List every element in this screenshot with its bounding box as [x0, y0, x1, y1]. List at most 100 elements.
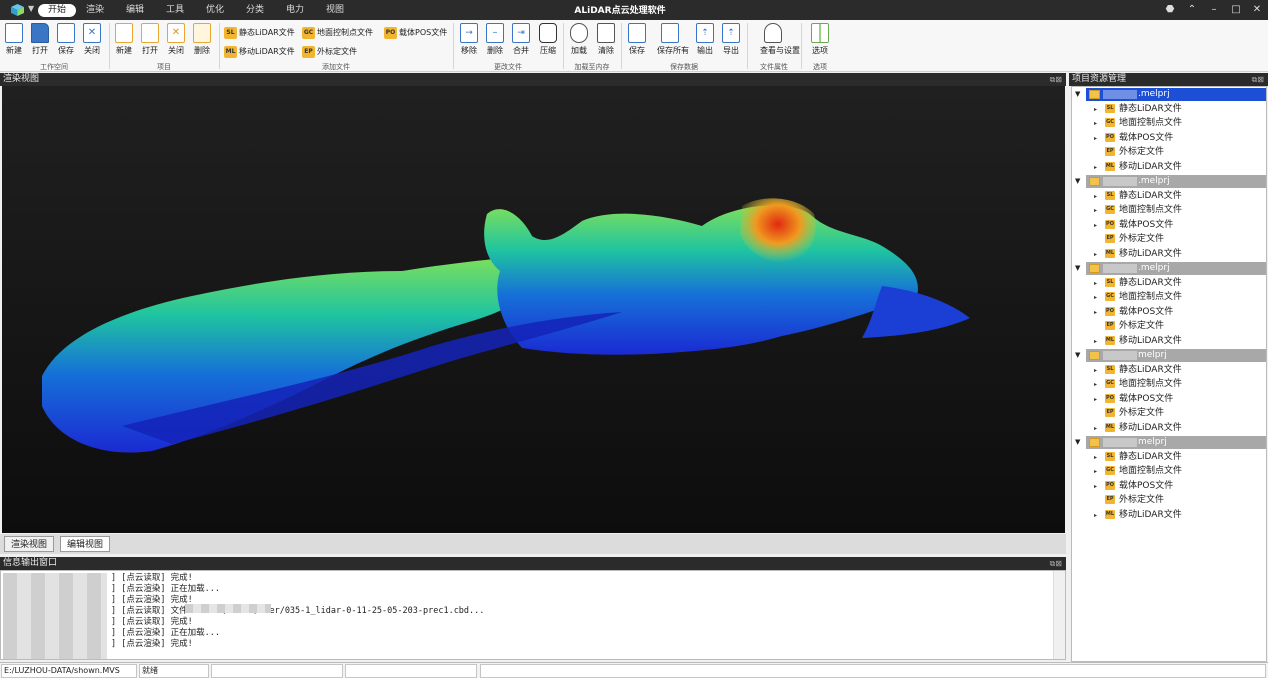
- log-output[interactable]: ] [点云读取] 完成! ] [点云渲染] 正在加载... ] [点云渲染] 完…: [0, 570, 1066, 660]
- tree-file-node[interactable]: GC 地面控制点文件: [1105, 204, 1182, 217]
- tab-classify[interactable]: 分类: [240, 4, 270, 17]
- add-ext-calib-button[interactable]: EP 外标定文件: [302, 44, 357, 59]
- node-expand-icon[interactable]: ▸: [1094, 251, 1097, 258]
- node-expand-icon[interactable]: ▸: [1094, 164, 1097, 171]
- tree-file-node[interactable]: ML 移动LiDAR文件: [1105, 248, 1182, 261]
- add-gcp-button[interactable]: GC 地面控制点文件: [302, 25, 373, 40]
- node-expand-icon[interactable]: ▸: [1094, 512, 1097, 519]
- tree-file-node[interactable]: GC 地面控制点文件: [1105, 117, 1182, 130]
- log-scrollbar[interactable]: [1053, 571, 1065, 659]
- node-expand-icon[interactable]: ▸: [1094, 338, 1097, 345]
- project-expand-icon[interactable]: ▼: [1075, 90, 1080, 98]
- tree-file-node[interactable]: ML 移动LiDAR文件: [1105, 509, 1182, 522]
- tree-file-node[interactable]: PO 载体POS文件: [1105, 219, 1173, 232]
- tree-file-node[interactable]: GC 地面控制点文件: [1105, 291, 1182, 304]
- project-open-button[interactable]: 打开: [137, 23, 163, 56]
- tree-file-node[interactable]: SL 静态LiDAR文件: [1105, 103, 1182, 116]
- add-mobile-lidar-button[interactable]: ML 移动LiDAR文件: [224, 44, 295, 59]
- project-new-button[interactable]: 新建: [111, 23, 137, 56]
- tree-file-node[interactable]: PO 载体POS文件: [1105, 393, 1173, 406]
- tab-render-view[interactable]: 渲染视图: [4, 536, 55, 552]
- node-expand-icon[interactable]: ▸: [1094, 135, 1097, 142]
- project-node[interactable]: .melprj: [1086, 262, 1266, 275]
- delete-file-button[interactable]: – 删除: [482, 23, 508, 56]
- compress-file-button[interactable]: 压缩: [535, 23, 561, 56]
- tree-file-node[interactable]: SL 静态LiDAR文件: [1105, 190, 1182, 203]
- node-expand-icon[interactable]: ▸: [1094, 367, 1097, 374]
- panel-dock-icon[interactable]: ⧉⊠: [1050, 557, 1062, 570]
- workspace-new-button[interactable]: 新建: [1, 23, 27, 56]
- project-delete-button[interactable]: 删除: [189, 23, 215, 56]
- tab-start[interactable]: 开始: [38, 4, 76, 17]
- tree-file-node[interactable]: PO 载体POS文件: [1105, 132, 1173, 145]
- panel-dock-icon[interactable]: ⧉⊠: [1050, 73, 1062, 86]
- project-node[interactable]: .melprj: [1086, 88, 1266, 101]
- export-button[interactable]: ⇡ 输出: [692, 23, 718, 56]
- node-expand-icon[interactable]: ▸: [1094, 207, 1097, 214]
- tree-file-node[interactable]: ML 移动LiDAR文件: [1105, 161, 1182, 174]
- add-pos-button[interactable]: PO 载体POS文件: [384, 25, 447, 40]
- node-expand-icon[interactable]: ▸: [1094, 425, 1097, 432]
- tab-power[interactable]: 电力: [280, 4, 310, 17]
- remove-file-button[interactable]: → 移除: [456, 23, 482, 56]
- node-expand-icon[interactable]: ▸: [1094, 294, 1097, 301]
- save-data-button[interactable]: 保存: [624, 23, 650, 56]
- tab-tools[interactable]: 工具: [160, 4, 190, 17]
- node-expand-icon[interactable]: ▸: [1094, 309, 1097, 316]
- tree-file-node[interactable]: SL 静态LiDAR文件: [1105, 451, 1182, 464]
- point-cloud-viewport[interactable]: [2, 86, 1065, 533]
- export2-button[interactable]: ⇡ 导出: [718, 23, 744, 56]
- view-settings-button[interactable]: 查看与设置: [760, 23, 800, 56]
- node-expand-icon[interactable]: ▸: [1094, 483, 1097, 490]
- tab-optimize[interactable]: 优化: [200, 4, 230, 17]
- skin-icon[interactable]: ⬣: [1162, 3, 1178, 17]
- node-expand-icon[interactable]: ▸: [1094, 280, 1097, 287]
- tree-file-node[interactable]: GC 地面控制点文件: [1105, 465, 1182, 478]
- clear-memory-button[interactable]: 清除: [593, 23, 619, 56]
- project-expand-icon[interactable]: ▼: [1075, 177, 1080, 185]
- maximize-icon[interactable]: □: [1228, 3, 1244, 17]
- tree-file-node[interactable]: EP 外标定文件: [1105, 494, 1164, 507]
- node-expand-icon[interactable]: ▸: [1094, 468, 1097, 475]
- node-expand-icon[interactable]: ▸: [1094, 193, 1097, 200]
- node-expand-icon[interactable]: ▸: [1094, 106, 1097, 113]
- minimize-icon[interactable]: –: [1206, 3, 1222, 17]
- panel-dock-icon[interactable]: ⧉⊠: [1252, 73, 1264, 86]
- collapse-ribbon-icon[interactable]: ⌃: [1184, 3, 1200, 17]
- load-memory-button[interactable]: 加载: [566, 23, 592, 56]
- tree-file-node[interactable]: EP 外标定文件: [1105, 146, 1164, 159]
- node-expand-icon[interactable]: ▸: [1094, 454, 1097, 461]
- tree-file-node[interactable]: PO 载体POS文件: [1105, 306, 1173, 319]
- tab-view[interactable]: 视图: [320, 4, 350, 17]
- project-node[interactable]: melprj: [1086, 349, 1266, 362]
- tree-file-node[interactable]: SL 静态LiDAR文件: [1105, 364, 1182, 377]
- project-expand-icon[interactable]: ▼: [1075, 264, 1080, 272]
- project-tree[interactable]: ▼ .melprj ▸ SL 静态LiDAR文件 ▸ GC 地面控制点文件 ▸ PO 载体POS文件…: [1071, 86, 1267, 662]
- node-expand-icon[interactable]: ▸: [1094, 396, 1097, 403]
- tree-file-node[interactable]: ML 移动LiDAR文件: [1105, 422, 1182, 435]
- quick-access-dropdown-icon[interactable]: ▼: [28, 4, 34, 13]
- project-expand-icon[interactable]: ▼: [1075, 438, 1080, 446]
- merge-file-button[interactable]: ⇥ 合并: [508, 23, 534, 56]
- tree-file-node[interactable]: EP 外标定文件: [1105, 233, 1164, 246]
- workspace-close-button[interactable]: ✕ 关闭: [79, 23, 105, 56]
- tab-edit-view[interactable]: 编辑视图: [60, 536, 111, 552]
- tab-render[interactable]: 渲染: [80, 4, 110, 17]
- node-expand-icon[interactable]: ▸: [1094, 120, 1097, 127]
- save-all-button[interactable]: 保存所有: [657, 23, 689, 56]
- tree-file-node[interactable]: GC 地面控制点文件: [1105, 378, 1182, 391]
- app-cube-icon[interactable]: [10, 3, 25, 17]
- tree-file-node[interactable]: EP 外标定文件: [1105, 407, 1164, 420]
- close-window-icon[interactable]: ✕: [1249, 3, 1265, 17]
- tree-file-node[interactable]: SL 静态LiDAR文件: [1105, 277, 1182, 290]
- add-static-lidar-button[interactable]: SL 静态LiDAR文件: [224, 25, 295, 40]
- project-expand-icon[interactable]: ▼: [1075, 351, 1080, 359]
- workspace-save-button[interactable]: 保存: [53, 23, 79, 56]
- node-expand-icon[interactable]: ▸: [1094, 381, 1097, 388]
- workspace-open-button[interactable]: 打开: [27, 23, 53, 56]
- tree-file-node[interactable]: EP 外标定文件: [1105, 320, 1164, 333]
- options-button[interactable]: 选项: [807, 23, 833, 56]
- tab-edit[interactable]: 编辑: [120, 4, 150, 17]
- node-expand-icon[interactable]: ▸: [1094, 222, 1097, 229]
- project-close-button[interactable]: ✕ 关闭: [163, 23, 189, 56]
